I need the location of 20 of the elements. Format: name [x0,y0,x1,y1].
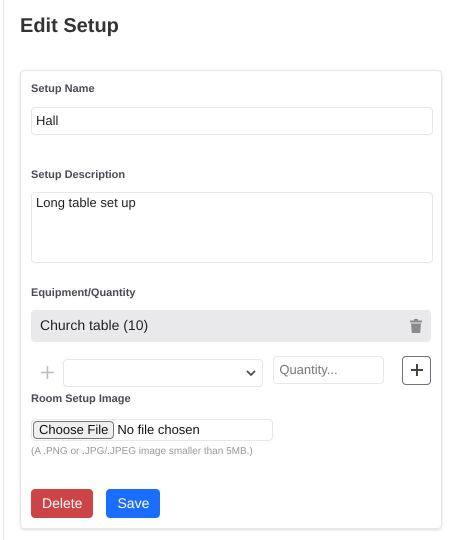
hint-text: (A .PNG or .JPG/.JPEG image smaller than 5MB.) [31,445,254,459]
plus-icon [410,364,423,376]
delete-button[interactable]: Delete [31,489,94,518]
file-input[interactable]: Choose File No file chosen [31,419,273,441]
field-label: Setup Name [31,82,96,97]
file-status: No file chosen [117,421,200,440]
equipment-text: Church table (10) [40,316,148,335]
quantity-field[interactable]: Quantity... [273,356,384,384]
page-title: Edit Setup [20,14,119,38]
trash-icon[interactable] [410,318,422,332]
field-label: Setup Description [31,168,126,182]
choose-file-button[interactable]: Choose File [33,421,114,439]
section-label: Room Setup Image [31,392,132,406]
section-label: Equipment/Quantity [31,286,136,301]
name-field[interactable]: Hall [31,106,433,134]
add-button[interactable] [402,356,431,384]
chevron-down-icon [246,370,256,376]
save-button[interactable]: Save [106,489,160,518]
plus-icon [41,366,54,378]
description-field[interactable]: Long table set up [31,192,433,263]
